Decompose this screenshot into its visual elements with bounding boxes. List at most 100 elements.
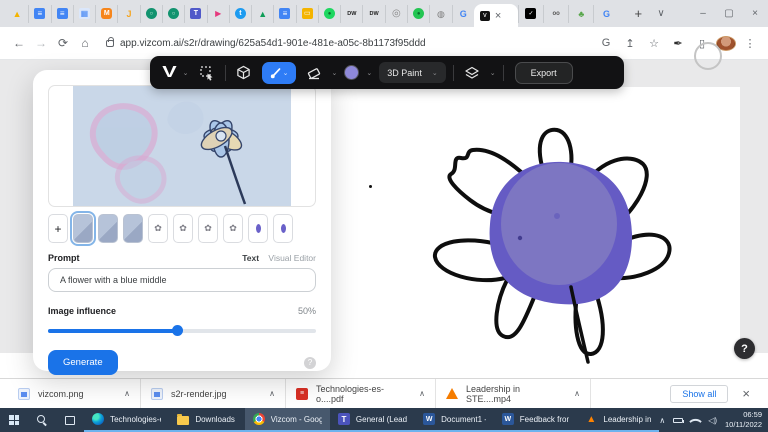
pinned-tab-google[interactable]: G xyxy=(452,5,474,23)
add-reference-button[interactable]: + xyxy=(48,214,68,243)
render-thumbnail-selected[interactable] xyxy=(73,214,93,243)
chevron-up-icon[interactable]: ∧ xyxy=(124,389,130,398)
google-service-icon[interactable]: G xyxy=(596,37,616,49)
generate-button[interactable]: Generate xyxy=(48,350,118,375)
close-shelf-icon[interactable]: × xyxy=(742,386,750,401)
tab-google[interactable]: G xyxy=(593,5,618,23)
vizcom-logo[interactable]: V xyxy=(162,64,175,82)
tab-visual-editor[interactable]: Visual Editor xyxy=(268,253,316,263)
tab-vizcom-home[interactable]: ✓ xyxy=(518,5,543,23)
pinned-tab-hand[interactable]: J xyxy=(117,5,139,23)
extension-pin-icon[interactable]: ✒ xyxy=(668,37,688,50)
sketch-thumbnail[interactable]: ✿ xyxy=(198,214,218,243)
chevron-up-icon[interactable]: ∧ xyxy=(574,389,580,398)
eraser-tool[interactable] xyxy=(303,62,325,84)
share-icon[interactable]: ↥ xyxy=(620,37,640,50)
export-button[interactable]: Export xyxy=(515,62,573,84)
sketch-thumbnail[interactable]: ✿ xyxy=(223,214,243,243)
chevron-down-icon[interactable]: ⌄ xyxy=(366,69,372,77)
tab-eyes[interactable]: oo xyxy=(543,5,568,23)
kebab-menu-icon[interactable]: ⋮ xyxy=(740,37,760,50)
pinned-tab-teams[interactable]: T xyxy=(184,5,206,23)
download-item[interactable]: ≡ Technologies-es-o....pdf ∧ xyxy=(286,379,436,408)
select-tool[interactable] xyxy=(196,62,218,84)
layers-tool[interactable] xyxy=(461,62,483,84)
maximize-button[interactable]: ▢ xyxy=(716,8,742,19)
flower-drawing[interactable] xyxy=(385,90,725,375)
battery-icon[interactable] xyxy=(673,418,683,423)
chevron-up-icon[interactable]: ∧ xyxy=(269,389,275,398)
new-tab-button[interactable]: + xyxy=(629,6,648,21)
prompt-input[interactable]: A flower with a blue middle xyxy=(48,268,316,292)
cube-3d-tool[interactable] xyxy=(233,62,255,84)
help-button[interactable]: ? xyxy=(734,338,755,359)
pinned-tab-spotify[interactable]: ● xyxy=(407,5,429,23)
paint-thumbnail[interactable] xyxy=(248,214,268,243)
render-preview[interactable] xyxy=(48,85,316,207)
pinned-tab-classroom[interactable]: ○ xyxy=(140,5,162,23)
volume-icon[interactable]: ◁) xyxy=(708,416,717,425)
tab-leaf[interactable]: ♣ xyxy=(568,5,593,23)
taskbar-search-button[interactable] xyxy=(28,408,56,432)
tab-search-chevron-icon[interactable]: ∨ xyxy=(648,8,674,19)
minimize-button[interactable]: – xyxy=(690,8,716,19)
download-item[interactable]: s2r-render.jpg ∧ xyxy=(141,379,286,408)
pinned-tab-docs[interactable]: ≡ xyxy=(28,5,50,23)
forward-icon[interactable]: → xyxy=(30,36,52,50)
taskbar-app-word[interactable]: W Document1 - ... xyxy=(415,408,494,432)
taskbar-app-chrome[interactable]: Vizcom - Goog... xyxy=(245,408,330,432)
pinned-tab-play[interactable]: ▶ xyxy=(207,5,229,23)
tray-chevron-icon[interactable]: ∧ xyxy=(659,416,665,425)
bookmark-star-icon[interactable]: ☆ xyxy=(644,37,664,50)
pinned-tab-spotify[interactable]: ● xyxy=(318,5,340,23)
slider-knob[interactable] xyxy=(172,325,183,336)
chevron-down-icon[interactable]: ⌄ xyxy=(183,69,189,77)
close-window-button[interactable]: × xyxy=(742,8,768,19)
start-button[interactable] xyxy=(0,408,28,432)
paint-thumbnail[interactable] xyxy=(273,214,293,243)
sketch-thumbnail[interactable]: ✿ xyxy=(148,214,168,243)
vizcom-account-avatar[interactable] xyxy=(694,42,722,70)
taskbar-app-teams[interactable]: T General (Leader... xyxy=(330,408,415,432)
tab-text[interactable]: Text xyxy=(242,253,259,263)
chevron-down-icon[interactable]: ⌄ xyxy=(283,69,289,77)
tab-close-icon[interactable]: × xyxy=(495,10,501,22)
pinned-tab-docs[interactable]: ≡ xyxy=(51,5,73,23)
pinned-tab-chromium[interactable]: ◎ xyxy=(385,5,407,23)
taskbar-app-downloads[interactable]: Downloads xyxy=(169,408,244,432)
show-all-downloads-button[interactable]: Show all xyxy=(670,385,728,403)
wifi-icon[interactable] xyxy=(689,415,702,428)
pinned-tab-dw[interactable]: DW xyxy=(340,5,362,23)
chevron-down-icon[interactable]: ⌄ xyxy=(490,69,496,77)
active-tab-vizcom[interactable]: v × xyxy=(474,4,518,27)
brush-tool[interactable]: ⌄ xyxy=(262,62,296,84)
pinned-tab-docs[interactable]: ≡ xyxy=(273,5,295,23)
info-icon[interactable]: ? xyxy=(304,357,316,369)
render-mode-dropdown[interactable]: 3D Paint ⌄ xyxy=(379,62,445,83)
influence-slider[interactable] xyxy=(48,325,316,336)
task-view-button[interactable] xyxy=(56,408,84,432)
pinned-tab-dw[interactable]: DW xyxy=(362,5,384,23)
chevron-down-icon[interactable]: ⌄ xyxy=(332,69,338,77)
color-swatch[interactable] xyxy=(344,65,359,80)
pinned-tab-metamask[interactable]: M xyxy=(95,5,117,23)
download-item[interactable]: vizcom.png ∧ xyxy=(8,379,141,408)
sketch-thumbnail[interactable]: ✿ xyxy=(173,214,193,243)
refresh-icon[interactable]: ⟳ xyxy=(52,36,74,50)
pinned-tab-globe[interactable]: ◍ xyxy=(429,5,451,23)
render-thumbnail[interactable] xyxy=(98,214,118,243)
taskbar-app-edge[interactable]: Technologies-e... xyxy=(84,408,169,432)
pinned-tab-twitter[interactable]: t xyxy=(229,5,251,23)
pinned-tab-drive[interactable]: ▲ xyxy=(251,5,273,23)
pinned-tab-classroom[interactable]: ○ xyxy=(162,5,184,23)
pinned-tab-drive[interactable]: ▲ xyxy=(6,5,28,23)
home-icon[interactable]: ⌂ xyxy=(74,36,96,50)
pinned-tab-photos[interactable]: ▦ xyxy=(73,5,95,23)
render-thumbnail[interactable] xyxy=(123,214,143,243)
taskbar-app-vlc[interactable]: ▲ Leadership in S... xyxy=(577,408,659,432)
chevron-up-icon[interactable]: ∧ xyxy=(419,389,425,398)
download-item[interactable]: Leadership in STE....mp4 ∧ xyxy=(436,379,591,408)
pinned-tab-slides[interactable]: ▭ xyxy=(296,5,318,23)
address-bar[interactable]: app.vizcom.ai/s2r/drawing/625a54d1-901e-… xyxy=(120,38,426,49)
lock-icon[interactable] xyxy=(106,40,114,47)
